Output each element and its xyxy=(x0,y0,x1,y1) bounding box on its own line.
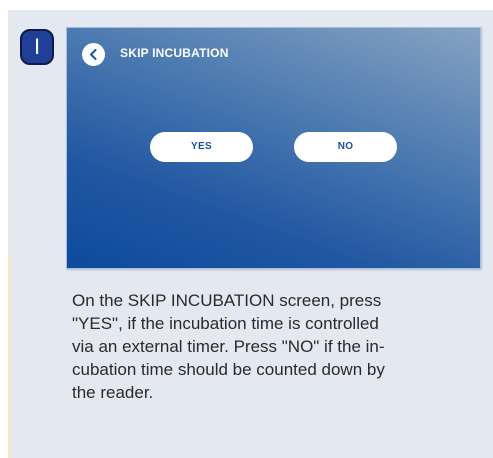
no-button[interactable]: NO xyxy=(294,132,397,162)
instruction-text: On the SKIP INCUBATION screen, press "YE… xyxy=(72,289,482,404)
instruction-line: "YES", if the incubation time is control… xyxy=(72,314,379,333)
step-badge: I xyxy=(20,29,54,65)
instruction-line: On the SKIP INCUBATION screen, press xyxy=(72,291,382,310)
device-screen: SKIP INCUBATION YES NO xyxy=(66,27,481,269)
instruction-line: cubation time should be counted down by xyxy=(72,360,385,379)
screen-title: SKIP INCUBATION xyxy=(120,46,229,60)
yes-button[interactable]: YES xyxy=(150,132,253,162)
instruction-line: via an external timer. Press "NO" if the… xyxy=(72,337,385,356)
page: I SKIP INCUBATION YES NO On the SKIP INC… xyxy=(0,0,493,458)
back-button[interactable] xyxy=(82,43,105,66)
card-accent-strip xyxy=(8,255,11,458)
chevron-left-icon xyxy=(89,48,97,61)
instruction-line: the reader. xyxy=(72,383,154,402)
